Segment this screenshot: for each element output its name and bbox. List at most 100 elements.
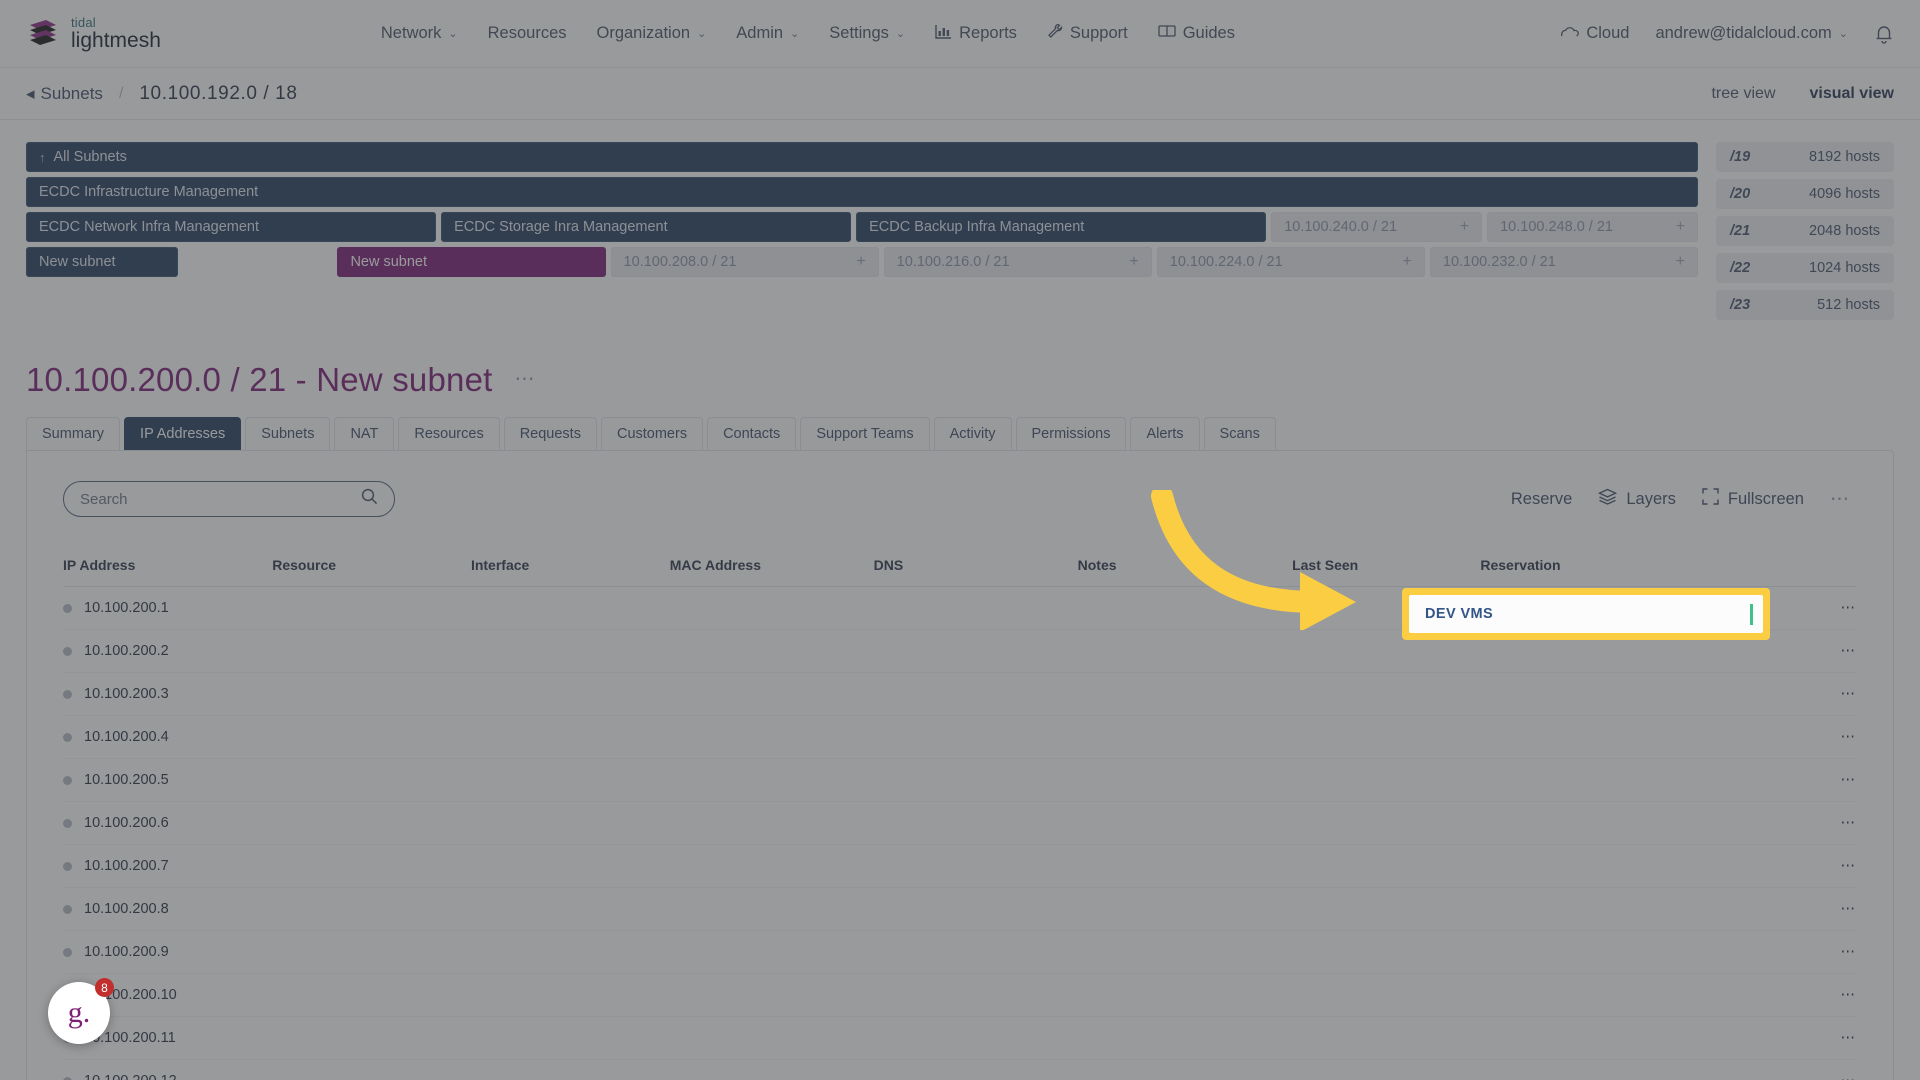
cell-last-seen[interactable] bbox=[1292, 801, 1481, 845]
cell-last-seen[interactable] bbox=[1292, 672, 1481, 716]
cell-reservation[interactable] bbox=[1480, 887, 1795, 931]
table-row[interactable]: 10.100.200.7 ⋯ bbox=[63, 844, 1857, 888]
cell-ip-address[interactable]: 10.100.200.5 bbox=[63, 758, 273, 802]
table-row[interactable]: 10.100.200.10 ⋯ bbox=[63, 973, 1857, 1017]
cell-resource[interactable] bbox=[272, 887, 471, 931]
subnet-block-new-subnet-1[interactable]: New subnet bbox=[26, 247, 178, 277]
cell-dns[interactable] bbox=[873, 1016, 1078, 1060]
cell-interface[interactable] bbox=[470, 930, 670, 974]
row-overflow-menu-icon[interactable]: ⋯ bbox=[1794, 758, 1857, 802]
cell-mac-address[interactable] bbox=[669, 887, 874, 931]
cell-dns[interactable] bbox=[873, 930, 1078, 974]
cell-mac-address[interactable] bbox=[669, 672, 874, 716]
row-overflow-menu-icon[interactable]: ⋯ bbox=[1794, 887, 1857, 931]
nav-item-cloud[interactable]: Cloud bbox=[1560, 24, 1629, 43]
column-header-interface[interactable]: Interface bbox=[470, 557, 670, 587]
cell-interface[interactable] bbox=[470, 672, 670, 716]
add-subnet-icon[interactable]: + bbox=[1676, 218, 1685, 236]
subnet-block-ecdc-backup-infra[interactable]: ECDC Backup Infra Management bbox=[856, 212, 1267, 242]
table-row[interactable]: 10.100.200.8 ⋯ bbox=[63, 887, 1857, 931]
tab-subnets[interactable]: Subnets bbox=[245, 417, 331, 450]
cell-notes[interactable] bbox=[1077, 1016, 1293, 1060]
cell-resource[interactable] bbox=[272, 586, 471, 630]
table-row[interactable]: 10.100.200.4 ⋯ bbox=[63, 715, 1857, 759]
help-widget-button[interactable]: g. 8 bbox=[48, 978, 114, 1044]
cell-mac-address[interactable] bbox=[669, 758, 874, 802]
subnet-block-10-100-208-0[interactable]: 10.100.208.0 / 21 + bbox=[610, 247, 879, 277]
breadcrumb-parent-link[interactable]: ◂ Subnets bbox=[26, 84, 103, 104]
cell-interface[interactable] bbox=[470, 844, 670, 888]
tab-support-teams[interactable]: Support Teams bbox=[800, 417, 930, 450]
account-menu[interactable]: andrew@tidalcloud.com ⌄ bbox=[1655, 24, 1848, 43]
nav-item-organization[interactable]: Organization ⌄ bbox=[597, 24, 707, 43]
cell-interface[interactable] bbox=[470, 1059, 670, 1080]
nav-item-network[interactable]: Network ⌄ bbox=[381, 24, 458, 43]
subnet-block-ecdc-network-infra[interactable]: ECDC Network Infra Management bbox=[26, 212, 437, 242]
cell-notes[interactable] bbox=[1077, 1059, 1293, 1080]
cell-reservation[interactable] bbox=[1480, 1059, 1795, 1080]
tab-alerts[interactable]: Alerts bbox=[1130, 417, 1200, 450]
brand-logo[interactable]: tidal lightmesh bbox=[26, 16, 161, 51]
cell-notes[interactable] bbox=[1077, 629, 1293, 673]
cell-notes[interactable] bbox=[1077, 930, 1293, 974]
notification-bell-icon[interactable] bbox=[1874, 23, 1894, 45]
cell-dns[interactable] bbox=[873, 801, 1078, 845]
cell-mac-address[interactable] bbox=[669, 1059, 874, 1080]
cell-resource[interactable] bbox=[272, 930, 471, 974]
nav-item-support[interactable]: Support bbox=[1047, 23, 1128, 44]
table-row[interactable]: 10.100.200.9 ⋯ bbox=[63, 930, 1857, 974]
cell-notes[interactable] bbox=[1077, 844, 1293, 888]
cell-resource[interactable] bbox=[272, 801, 471, 845]
row-overflow-menu-icon[interactable]: ⋯ bbox=[1794, 1059, 1857, 1080]
cell-dns[interactable] bbox=[873, 887, 1078, 931]
cell-notes[interactable] bbox=[1077, 887, 1293, 931]
tab-summary[interactable]: Summary bbox=[26, 417, 121, 450]
cell-last-seen[interactable] bbox=[1292, 930, 1481, 974]
cell-interface[interactable] bbox=[470, 586, 670, 630]
cell-mac-address[interactable] bbox=[669, 801, 874, 845]
tab-resources[interactable]: Resources bbox=[398, 417, 500, 450]
cell-notes[interactable] bbox=[1077, 973, 1293, 1017]
cell-dns[interactable] bbox=[873, 758, 1078, 802]
subnet-block-10-100-224-0[interactable]: 10.100.224.0 / 21 + bbox=[1156, 247, 1425, 277]
row-overflow-menu-icon[interactable]: ⋯ bbox=[1794, 1016, 1857, 1060]
add-subnet-icon[interactable]: + bbox=[1460, 218, 1469, 236]
cell-last-seen[interactable] bbox=[1292, 715, 1481, 759]
visual-view-option[interactable]: visual view bbox=[1810, 85, 1895, 103]
table-row[interactable]: 10.100.200.6 ⋯ bbox=[63, 801, 1857, 845]
table-row[interactable]: 10.100.200.11 ⋯ bbox=[63, 1016, 1857, 1060]
cell-notes[interactable] bbox=[1077, 801, 1293, 845]
cell-mac-address[interactable] bbox=[669, 586, 874, 630]
row-overflow-menu-icon[interactable]: ⋯ bbox=[1794, 801, 1857, 845]
cell-notes[interactable] bbox=[1077, 715, 1293, 759]
cell-resource[interactable] bbox=[272, 844, 471, 888]
subnet-block-all-subnets[interactable]: ↑ All Subnets bbox=[26, 142, 1698, 172]
cell-resource[interactable] bbox=[272, 1059, 471, 1080]
cell-dns[interactable] bbox=[873, 973, 1078, 1017]
subnet-block-10-100-248-0[interactable]: 10.100.248.0 / 21 + bbox=[1487, 212, 1699, 242]
cell-ip-address[interactable]: 10.100.200.8 bbox=[63, 887, 273, 931]
cell-ip-address[interactable]: 10.100.200.6 bbox=[63, 801, 273, 845]
cell-reservation[interactable] bbox=[1480, 672, 1795, 716]
column-header-dns[interactable]: DNS bbox=[873, 557, 1078, 587]
tab-customers[interactable]: Customers bbox=[600, 417, 704, 450]
cell-reservation[interactable] bbox=[1480, 973, 1795, 1017]
subnet-block-ecdc-infrastructure[interactable]: ECDC Infrastructure Management bbox=[26, 177, 1698, 207]
cell-resource[interactable] bbox=[272, 973, 471, 1017]
cell-reservation[interactable] bbox=[1480, 1016, 1795, 1060]
row-overflow-menu-icon[interactable]: ⋯ bbox=[1794, 844, 1857, 888]
cell-interface[interactable] bbox=[470, 973, 670, 1017]
nav-item-reports[interactable]: Reports bbox=[935, 24, 1017, 44]
cell-dns[interactable] bbox=[873, 715, 1078, 759]
cell-ip-address[interactable]: 10.100.200.7 bbox=[63, 844, 273, 888]
reserve-button[interactable]: Reserve bbox=[1511, 490, 1572, 509]
search-icon[interactable] bbox=[361, 488, 378, 510]
cell-interface[interactable] bbox=[470, 887, 670, 931]
cell-last-seen[interactable] bbox=[1292, 758, 1481, 802]
subnet-block-10-100-232-0[interactable]: 10.100.232.0 / 21 + bbox=[1429, 247, 1698, 277]
cell-dns[interactable] bbox=[873, 586, 1078, 630]
cell-last-seen[interactable] bbox=[1292, 1059, 1481, 1080]
cell-resource[interactable] bbox=[272, 672, 471, 716]
page-actions-menu-icon[interactable]: ⋯ bbox=[515, 366, 537, 399]
row-overflow-menu-icon[interactable]: ⋯ bbox=[1794, 629, 1857, 673]
